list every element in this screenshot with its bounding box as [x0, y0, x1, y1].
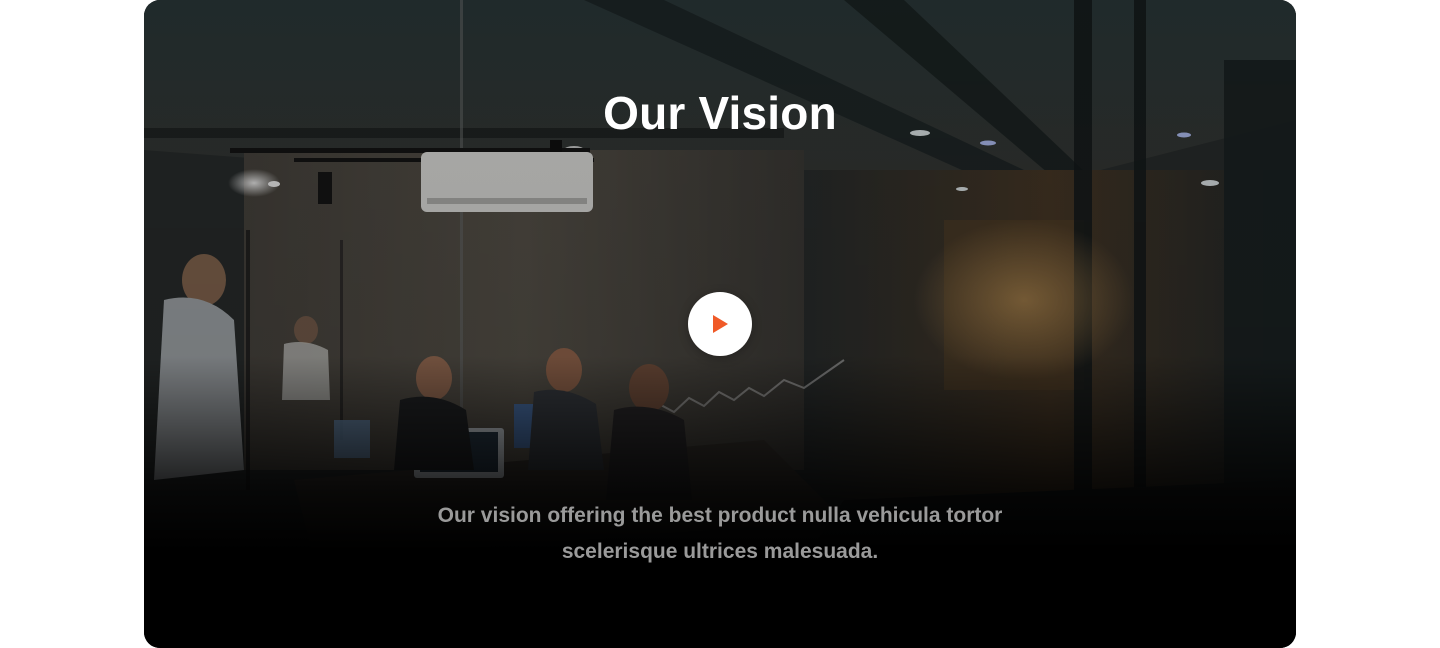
vision-video-card: Our Vision Our vision offering the best … — [144, 0, 1296, 648]
play-video-button[interactable] — [688, 292, 752, 356]
section-description: Our vision offering the best product nul… — [437, 504, 1003, 563]
section-title: Our Vision — [603, 87, 837, 139]
play-icon — [711, 314, 729, 334]
page: Our Vision Our vision offering the best … — [0, 0, 1440, 648]
